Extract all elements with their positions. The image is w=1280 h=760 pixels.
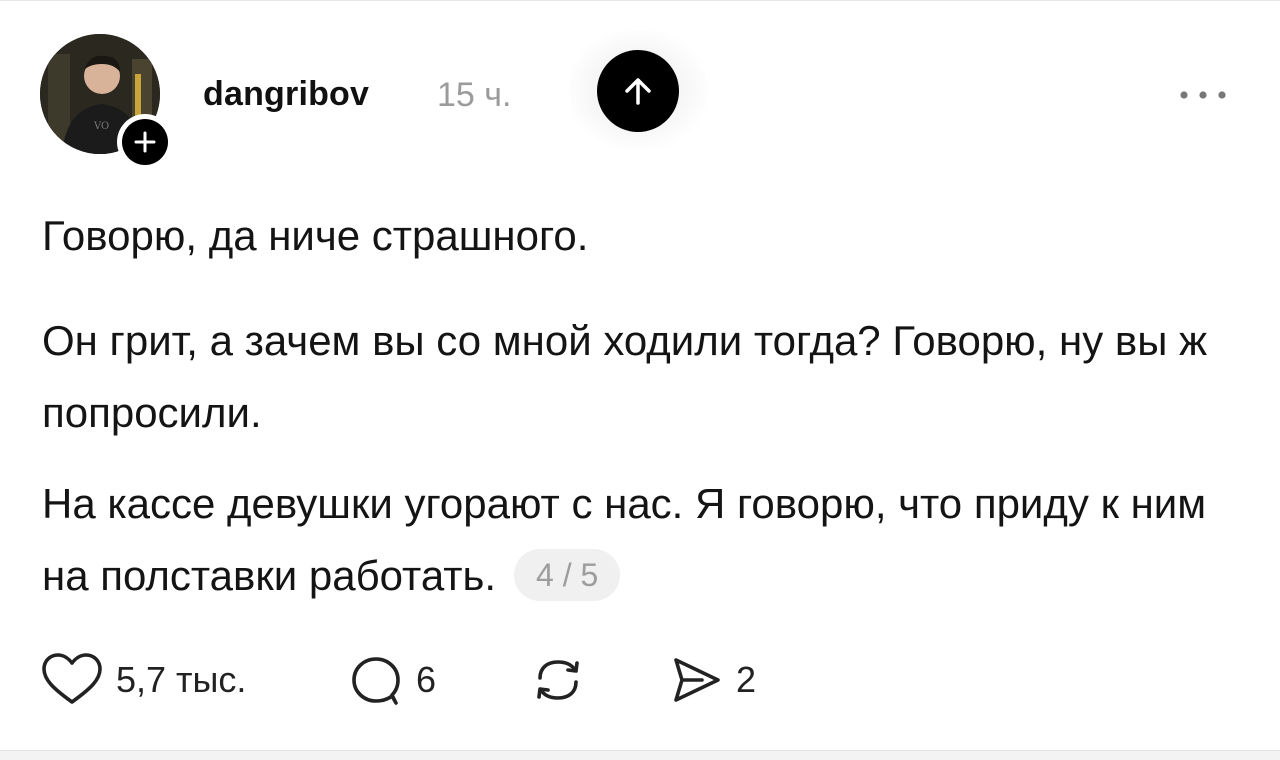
like-count: 5,7 тыс.: [116, 659, 247, 700]
post-paragraph: Говорю, да ниче страшного.: [42, 212, 589, 259]
send-icon: [674, 658, 720, 702]
heart-icon: [42, 653, 102, 704]
thread-counter-badge: 4 / 5: [514, 548, 621, 601]
share-button[interactable]: 2: [668, 650, 756, 710]
svg-text:VO: VO: [93, 121, 109, 132]
reply-count: 6: [416, 659, 437, 700]
more-options-button[interactable]: [1176, 80, 1230, 110]
like-button[interactable]: 5,7 тыс.: [40, 650, 246, 710]
plus-icon: [134, 131, 156, 153]
repost-arrows-icon: [537, 660, 579, 700]
reply-button[interactable]: 6: [348, 650, 436, 710]
more-dots-icon: [1180, 91, 1226, 99]
avatar-container[interactable]: VO: [40, 34, 173, 170]
comment-bubble-icon: [352, 657, 400, 705]
post-timestamp: 15 ч.: [437, 76, 512, 114]
scroll-to-top-button[interactable]: [597, 50, 679, 132]
author-username[interactable]: dangribov: [203, 75, 369, 114]
post-paragraph-text: На кассе девушки угорают с нас. Я говорю…: [42, 480, 1207, 599]
share-count: 2: [736, 659, 757, 700]
repost-button[interactable]: [528, 650, 600, 710]
action-bar: 5,7 тыс. 6 2: [40, 650, 840, 710]
post-paragraph: Он грит, а зачем вы со мной ходили тогда…: [42, 317, 1208, 436]
arrow-up-icon: [625, 78, 651, 105]
top-divider: [0, 0, 1280, 1]
post-paragraph-last: На кассе девушки угорают с нас. Я говорю…: [42, 468, 1222, 612]
follow-button[interactable]: [117, 114, 173, 170]
